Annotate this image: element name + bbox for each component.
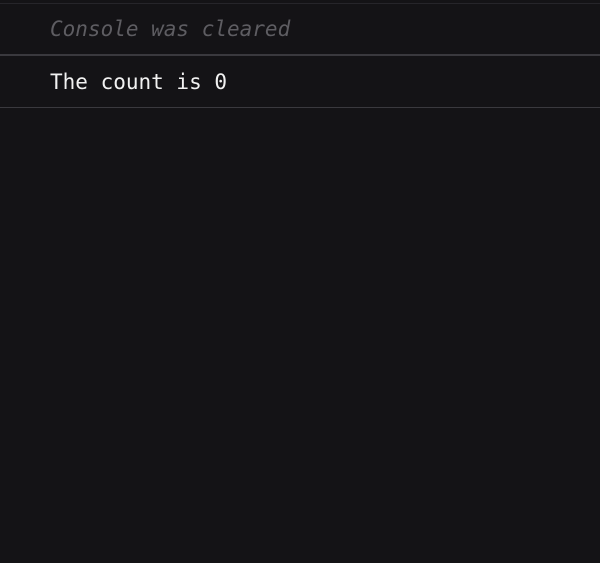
- console-cleared-message: Console was cleared: [0, 4, 600, 56]
- console-log-message[interactable]: The count is 0: [0, 56, 600, 108]
- console-cleared-text: Console was cleared: [50, 17, 291, 41]
- console-panel: Console was cleared The count is 0: [0, 0, 600, 563]
- console-log-text: The count is 0: [50, 69, 228, 94]
